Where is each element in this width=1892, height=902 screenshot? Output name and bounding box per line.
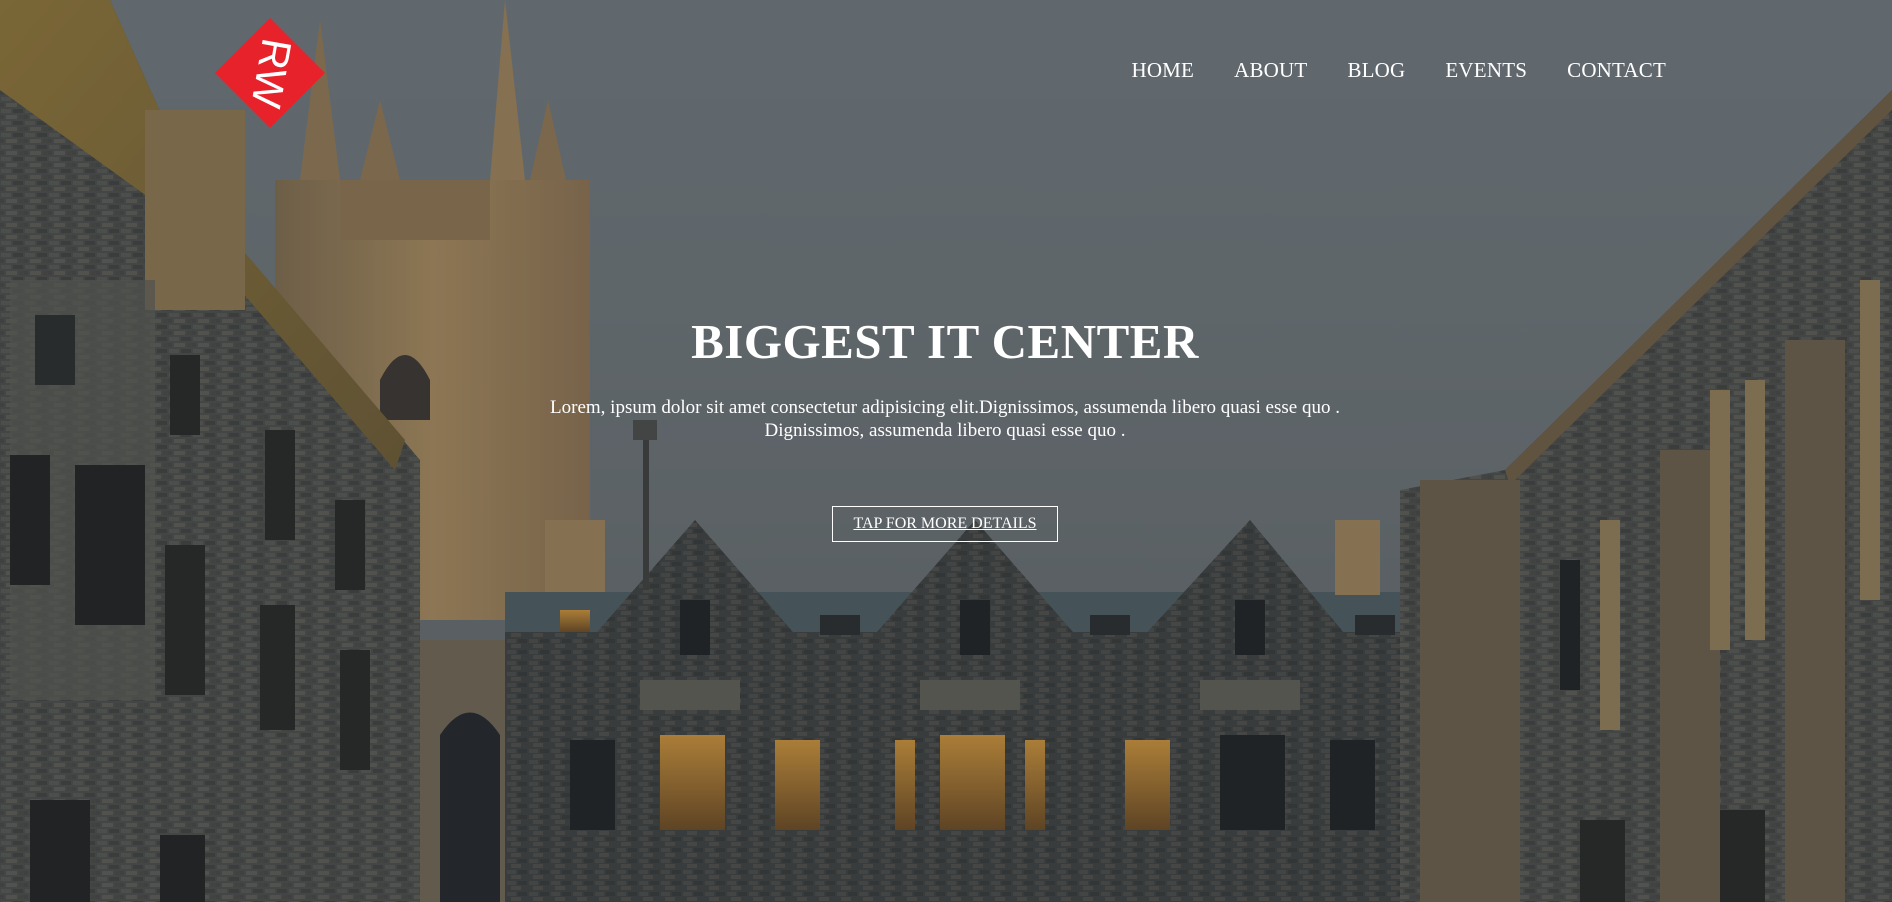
nav-item-events: EVENTS xyxy=(1445,58,1527,83)
hero-title: BIGGEST IT CENTER xyxy=(691,314,1199,369)
nav-link-home[interactable]: HOME xyxy=(1131,58,1194,82)
nav-item-blog: BLOG xyxy=(1347,58,1405,83)
more-details-button[interactable]: TAP FOR MORE DETAILS xyxy=(832,506,1058,542)
hero-section: RW HOME ABOUT BLOG EVENTS CONTACT BIGGES… xyxy=(0,0,1892,902)
nav-link-blog[interactable]: BLOG xyxy=(1347,58,1405,82)
nav-item-about: ABOUT xyxy=(1234,58,1307,83)
hero-subtitle: Lorem, ipsum dolor sit amet consectetur … xyxy=(445,396,1445,442)
nav-link-contact[interactable]: CONTACT xyxy=(1567,58,1666,82)
brand-logo[interactable]: RW xyxy=(215,18,325,128)
hero-content: BIGGEST IT CENTER Lorem, ipsum dolor sit… xyxy=(0,312,1892,542)
nav-link-events[interactable]: EVENTS xyxy=(1445,58,1527,82)
nav-link-about[interactable]: ABOUT xyxy=(1234,58,1307,82)
nav-item-home: HOME xyxy=(1131,58,1194,83)
main-nav: HOME ABOUT BLOG EVENTS CONTACT xyxy=(1131,58,1666,83)
hero-subtitle-line2: Dignissimos, assumenda libero quasi esse… xyxy=(764,420,1126,441)
nav-item-contact: CONTACT xyxy=(1567,58,1666,83)
hero-subtitle-line1: Lorem, ipsum dolor sit amet consectetur … xyxy=(550,397,1340,418)
